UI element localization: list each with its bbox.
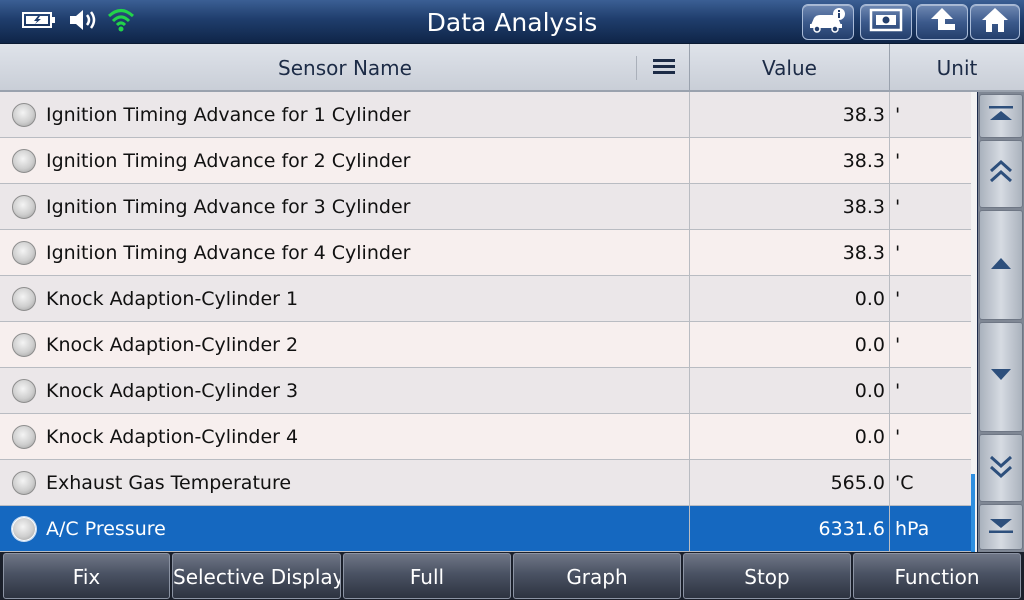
row-select-radio[interactable] bbox=[12, 425, 36, 449]
sensor-name: Exhaust Gas Temperature bbox=[46, 472, 292, 494]
selective-display-button[interactable]: Selective Display bbox=[172, 553, 341, 599]
sensor-unit: ' bbox=[895, 334, 901, 356]
sensor-value: 38.3 bbox=[842, 150, 885, 172]
row-select-radio[interactable] bbox=[12, 379, 36, 403]
table-row[interactable]: Knock Adaption-Cylinder 4 0.0 ' bbox=[0, 414, 972, 460]
scroll-button-panel bbox=[978, 92, 1024, 552]
sensor-unit: hPa bbox=[895, 518, 930, 540]
row-select-radio[interactable] bbox=[12, 103, 36, 127]
scroll-down-button[interactable] bbox=[979, 322, 1023, 432]
table-row[interactable]: Ignition Timing Advance for 2 Cylinder 38… bbox=[0, 138, 972, 184]
cell-divider bbox=[889, 414, 890, 460]
table-row[interactable]: Knock Adaption-Cylinder 2 0.0 ' bbox=[0, 322, 972, 368]
page-up-button[interactable] bbox=[979, 140, 1023, 208]
table-row[interactable]: Ignition Timing Advance for 4 Cylinder 38… bbox=[0, 230, 972, 276]
stop-button[interactable]: Stop bbox=[683, 553, 851, 599]
scrollbar-thumb[interactable] bbox=[971, 474, 975, 552]
table-row[interactable]: Knock Adaption-Cylinder 1 0.0 ' bbox=[0, 276, 972, 322]
sensor-name: Knock Adaption-Cylinder 4 bbox=[46, 426, 299, 448]
sensor-value: 38.3 bbox=[842, 196, 885, 218]
sensor-unit: 'C bbox=[895, 472, 914, 494]
sensor-name: Knock Adaption-Cylinder 3 bbox=[46, 380, 299, 402]
row-select-radio[interactable] bbox=[12, 517, 36, 541]
column-menu-icon[interactable] bbox=[652, 57, 676, 81]
page-down-button[interactable] bbox=[979, 434, 1023, 502]
row-select-radio[interactable] bbox=[12, 287, 36, 311]
bottom-toolbar: Fix Selective Display Full Graph Stop Fu… bbox=[0, 552, 1024, 600]
sensor-name: Ignition Timing Advance for 1 Cylinder bbox=[46, 104, 411, 126]
fix-button[interactable]: Fix bbox=[3, 553, 170, 599]
column-header-unit: Unit bbox=[936, 56, 978, 80]
back-button[interactable] bbox=[916, 4, 968, 40]
double-chevron-down-icon bbox=[988, 453, 1014, 483]
sensor-name: Knock Adaption-Cylinder 2 bbox=[46, 334, 299, 356]
sensor-value: 38.3 bbox=[842, 242, 885, 264]
vehicle-info-button[interactable] bbox=[802, 4, 854, 40]
scroll-bottom-button[interactable] bbox=[979, 504, 1023, 550]
scrollbar[interactable] bbox=[971, 92, 977, 552]
sensor-unit: ' bbox=[895, 104, 901, 126]
table-row[interactable]: Ignition Timing Advance for 1 Cylinder 38… bbox=[0, 92, 972, 138]
table-row[interactable]: A/C Pressure 6331.6 hPa bbox=[0, 506, 972, 552]
vehicle-info-icon bbox=[808, 7, 848, 37]
sensor-value: 565.0 bbox=[830, 472, 885, 494]
sensor-unit: ' bbox=[895, 150, 901, 172]
cell-divider bbox=[889, 92, 890, 138]
sensor-value: 0.0 bbox=[854, 380, 885, 402]
row-select-radio[interactable] bbox=[12, 333, 36, 357]
table-row[interactable]: Ignition Timing Advance for 3 Cylinder 38… bbox=[0, 184, 972, 230]
sensor-unit: ' bbox=[895, 196, 901, 218]
row-select-radio[interactable] bbox=[12, 149, 36, 173]
sensor-value: 0.0 bbox=[854, 288, 885, 310]
column-header-value: Value bbox=[762, 56, 817, 80]
cell-divider bbox=[889, 138, 890, 184]
screenshot-button[interactable] bbox=[860, 4, 912, 40]
table-row[interactable]: Knock Adaption-Cylinder 3 0.0 ' bbox=[0, 368, 972, 414]
row-select-radio[interactable] bbox=[12, 241, 36, 265]
sensor-value: 0.0 bbox=[854, 426, 885, 448]
chevron-up-icon bbox=[989, 255, 1013, 275]
sensor-value: 0.0 bbox=[854, 334, 885, 356]
table-row[interactable]: Exhaust Gas Temperature 565.0 'C bbox=[0, 460, 972, 506]
cell-divider bbox=[889, 460, 890, 506]
cell-divider bbox=[889, 230, 890, 276]
home-button[interactable] bbox=[970, 4, 1020, 40]
scroll-bottom-icon bbox=[987, 515, 1015, 539]
scroll-up-button[interactable] bbox=[979, 210, 1023, 320]
scroll-top-icon bbox=[987, 104, 1015, 128]
cell-divider bbox=[889, 276, 890, 322]
sensor-name: Knock Adaption-Cylinder 1 bbox=[46, 288, 299, 310]
screenshot-icon bbox=[869, 7, 903, 37]
function-button[interactable]: Function bbox=[853, 553, 1021, 599]
sensor-name: Ignition Timing Advance for 3 Cylinder bbox=[46, 196, 411, 218]
sensor-value: 6331.6 bbox=[818, 518, 885, 540]
header-divider bbox=[636, 56, 637, 80]
row-select-radio[interactable] bbox=[12, 195, 36, 219]
cell-divider bbox=[889, 368, 890, 414]
cell-divider bbox=[889, 322, 890, 368]
sensor-table: Ignition Timing Advance for 1 Cylinder 38… bbox=[0, 92, 972, 552]
sensor-value: 38.3 bbox=[842, 104, 885, 126]
graph-button[interactable]: Graph bbox=[513, 553, 681, 599]
full-button[interactable]: Full bbox=[343, 553, 511, 599]
sensor-unit: ' bbox=[895, 288, 901, 310]
sensor-unit: ' bbox=[895, 380, 901, 402]
sensor-name: Ignition Timing Advance for 4 Cylinder bbox=[46, 242, 411, 264]
cell-divider bbox=[889, 506, 890, 552]
double-chevron-up-icon bbox=[988, 159, 1014, 189]
table-header: Sensor Name Value Unit bbox=[0, 44, 1024, 92]
row-select-radio[interactable] bbox=[12, 471, 36, 495]
back-arrow-icon bbox=[926, 6, 958, 38]
cell-divider bbox=[889, 184, 890, 230]
home-icon bbox=[980, 6, 1010, 38]
column-header-sensor-name: Sensor Name bbox=[278, 56, 412, 80]
sensor-unit: ' bbox=[895, 426, 901, 448]
sensor-name: A/C Pressure bbox=[46, 518, 166, 540]
title-bar: Data Analysis bbox=[0, 0, 1024, 44]
sensor-unit: ' bbox=[895, 242, 901, 264]
scroll-top-button[interactable] bbox=[979, 94, 1023, 138]
chevron-down-icon bbox=[989, 367, 1013, 387]
sensor-name: Ignition Timing Advance for 2 Cylinder bbox=[46, 150, 411, 172]
